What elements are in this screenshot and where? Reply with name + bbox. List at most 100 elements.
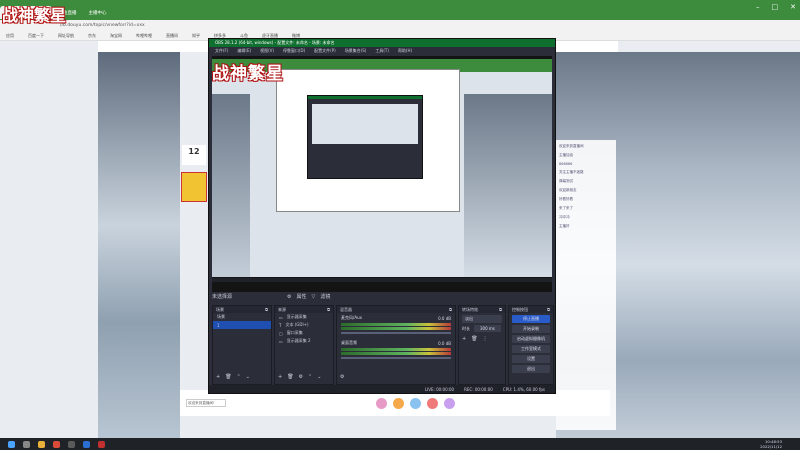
volume-slider[interactable] — [341, 357, 451, 359]
gift-icon[interactable] — [410, 397, 421, 409]
more-icon[interactable]: ⋮ — [483, 336, 488, 342]
bookmark[interactable]: 京东 — [88, 33, 96, 39]
channel-logo: 战神繁星 — [212, 64, 284, 84]
bookmark[interactable]: 应用 — [6, 33, 14, 39]
bookmark[interactable]: 淘宝网 — [110, 33, 122, 39]
delete-icon[interactable]: 🗑 — [471, 336, 477, 342]
scenes-title: 场景 — [216, 306, 224, 312]
scenes-header: 场景 ⧉ — [213, 306, 271, 313]
gift-icon[interactable] — [393, 397, 404, 409]
gift-icon[interactable] — [376, 397, 387, 409]
source-toolbar: 未选择源 ⚙ 属性 ▽ 滤镜 — [212, 292, 552, 301]
app-icon[interactable] — [83, 440, 90, 448]
menu-edit[interactable]: 编辑(E) — [237, 48, 251, 54]
undock-icon[interactable]: ⧉ — [327, 307, 330, 312]
gear-icon[interactable]: ⚙ — [287, 294, 291, 300]
mixer-channel: 麦克风/Aux 0.0 dB — [337, 313, 455, 336]
add-icon[interactable]: + — [462, 336, 466, 342]
transitions-title: 转场特效 — [462, 306, 478, 312]
exit-button[interactable]: 退出 — [512, 365, 550, 373]
obs-title: OBS 28.1.2 (64-bit, windows) - 配置文件: 未命名… — [215, 40, 335, 45]
menu-view[interactable]: 视图(V) — [260, 48, 274, 54]
filters-button[interactable]: 滤镜 — [320, 293, 330, 300]
properties-button[interactable]: 属性 — [297, 293, 307, 300]
preview-capture: 战神繁星 — [212, 59, 552, 277]
bookmark[interactable]: 知乎 — [192, 33, 200, 39]
chat-line: 主播加油 — [559, 153, 573, 157]
overlay-logo: 战神繁星 — [2, 6, 67, 25]
channel-name: 桌面音频 — [341, 340, 357, 345]
menu-help[interactable]: 帮助(H) — [398, 48, 412, 54]
down-icon[interactable]: ⌄ — [246, 374, 250, 380]
add-icon[interactable]: + — [216, 374, 220, 380]
undock-icon[interactable]: ⧉ — [547, 307, 550, 312]
source-item[interactable]: ▭ 显示器采集 — [275, 313, 333, 321]
browser-tab-bar: 战神繁星 - 斗鱼直播 斗鱼直播 主播中心 – □ ✕ — [0, 0, 800, 20]
menu-docks[interactable]: 停靠窗口(D) — [283, 48, 305, 54]
source-item[interactable]: T 文本 (GDI+) — [275, 321, 333, 329]
source-item[interactable]: ▢ 窗口采集 — [275, 329, 333, 337]
add-icon[interactable]: + — [278, 374, 282, 380]
source-item[interactable]: ▭ 显示器采集 2 — [275, 337, 333, 345]
bookmark[interactable]: 哔哩哔哩 — [136, 33, 152, 39]
stop-streaming-button[interactable]: 停止直播 — [512, 315, 550, 323]
settings-button[interactable]: 设置 — [512, 355, 550, 363]
obs-status-bar: LIVE: 00:00:00 REC: 00:00:00 CPU: 1.4%, … — [209, 385, 555, 393]
preview-taskbar — [212, 278, 552, 282]
start-recording-button[interactable]: 开始录制 — [512, 325, 550, 333]
scene-item-selected[interactable]: 1 — [213, 321, 271, 329]
left-background-art — [98, 52, 180, 438]
duration-input[interactable]: 300 ms — [474, 325, 501, 332]
viewer-count: 12 — [188, 147, 200, 156]
bookmark[interactable]: 网址导航 — [58, 33, 74, 39]
volume-slider[interactable] — [341, 332, 451, 334]
menu-tools[interactable]: 工具(T) — [375, 48, 389, 54]
scene-item[interactable]: 场景 — [213, 313, 271, 321]
maximize-icon[interactable]: □ — [772, 3, 779, 11]
transitions-header: 转场特效 ⧉ — [459, 306, 505, 313]
app-icon[interactable] — [98, 440, 105, 448]
avatar[interactable] — [181, 172, 207, 202]
monitor-icon: ▭ — [279, 338, 283, 344]
windows-start-icon[interactable] — [8, 440, 15, 448]
minimize-icon[interactable]: – — [756, 3, 760, 11]
chat-panel: 欢迎来到直播间 主播加油 666666 关注主播不迷路 弹幕测试 欢迎新朋友 好… — [556, 140, 616, 430]
system-clock[interactable]: 10:48:53 2022/11/12 — [760, 438, 782, 449]
up-icon[interactable]: ⌃ — [237, 374, 241, 380]
controls-dock: 控制按钮 ⧉ 停止直播 开始录制 启动虚拟摄像机 工作室模式 设置 退出 — [508, 305, 554, 385]
windows-taskbar — [0, 438, 800, 450]
studio-mode-button[interactable]: 工作室模式 — [512, 345, 550, 353]
undock-icon[interactable]: ⧉ — [265, 307, 268, 312]
gear-icon[interactable]: ⚙ — [340, 374, 344, 380]
gift-icon[interactable] — [427, 397, 438, 409]
bookmark[interactable]: 百度一下 — [28, 33, 44, 39]
source-label: 文本 (GDI+) — [285, 322, 309, 327]
folder-icon[interactable] — [38, 440, 45, 448]
close-icon[interactable]: ✕ — [790, 3, 796, 11]
chat-line: 主播好 — [559, 224, 570, 228]
gear-icon[interactable]: ⚙ — [299, 374, 303, 380]
menu-file[interactable]: 文件(F) — [215, 48, 228, 54]
nested-browser — [276, 69, 460, 212]
undock-icon[interactable]: ⧉ — [449, 307, 452, 312]
transition-buttons: + 🗑 ⋮ — [459, 332, 505, 346]
chat-input[interactable]: 欢迎来到直播间! — [186, 399, 226, 407]
transition-select[interactable]: 淡出 — [462, 315, 502, 323]
delete-icon[interactable]: 🗑 — [225, 374, 231, 380]
virtual-camera-button[interactable]: 启动虚拟摄像机 — [512, 335, 550, 343]
controls-header: 控制按钮 ⧉ — [509, 306, 553, 313]
undock-icon[interactable]: ⧉ — [499, 307, 502, 312]
obs-taskbar-icon[interactable] — [68, 440, 75, 448]
file-explorer-icon[interactable] — [23, 440, 30, 448]
gift-icon[interactable] — [444, 397, 455, 409]
menu-scene-collection[interactable]: 场景集合(S) — [345, 48, 367, 54]
delete-icon[interactable]: 🗑 — [287, 374, 293, 380]
channel-name: 麦克风/Aux — [341, 315, 362, 320]
up-icon[interactable]: ⌃ — [308, 374, 312, 380]
obs-preview[interactable]: 战神繁星 — [212, 56, 552, 300]
filter-icon[interactable]: ▽ — [312, 294, 316, 300]
chrome-icon[interactable] — [53, 440, 60, 448]
down-icon[interactable]: ⌄ — [317, 374, 321, 380]
menu-profile[interactable]: 配置文件(P) — [314, 48, 336, 54]
bookmark[interactable]: 直播间 — [166, 33, 178, 39]
